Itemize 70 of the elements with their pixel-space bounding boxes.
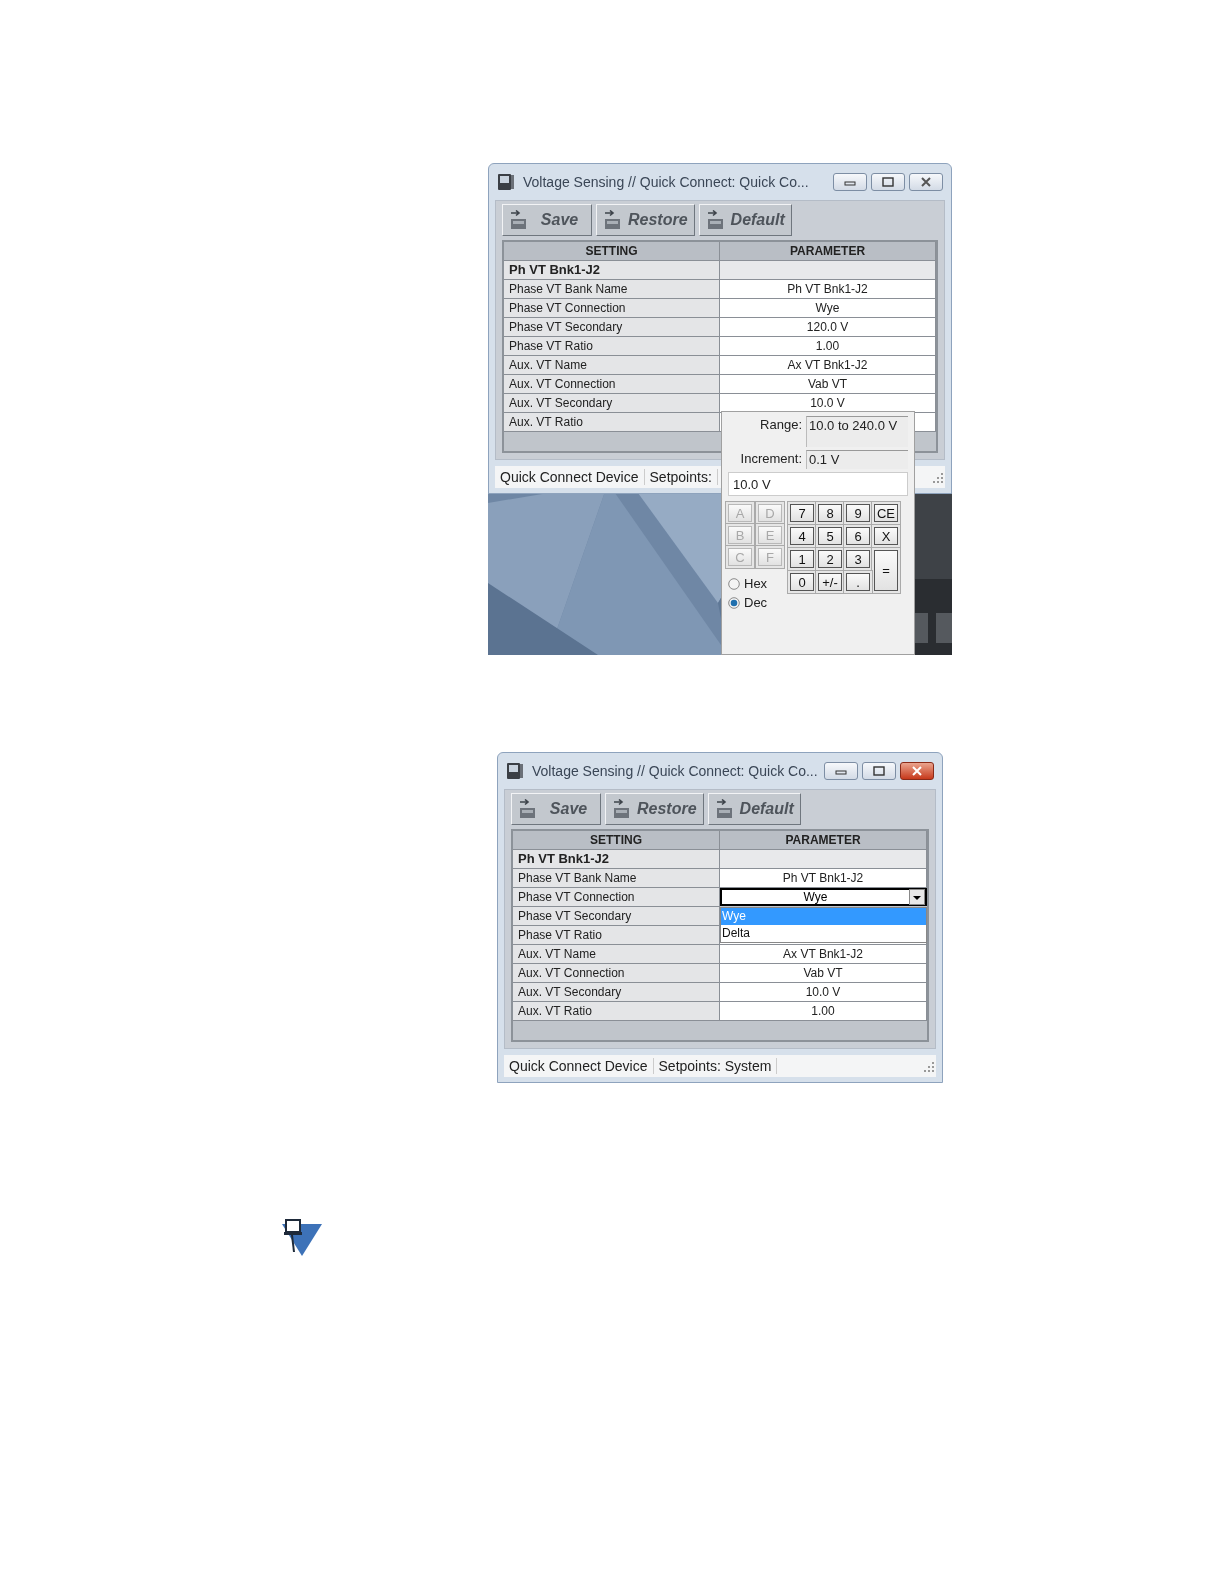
keypad-key[interactable]: X xyxy=(874,527,898,545)
keypad-key[interactable]: 2 xyxy=(818,550,842,568)
table-cell: Phase VT Secondary xyxy=(513,907,720,926)
table-cell: Phase VT Connection xyxy=(513,888,720,907)
table-cell[interactable]: Ax VT Bnk1-J2 xyxy=(720,945,927,964)
table-cell: Phase VT Ratio xyxy=(513,926,720,945)
keypad-key[interactable]: 7 xyxy=(790,504,814,522)
table-cell[interactable]: Ax VT Bnk1-J2 xyxy=(720,356,936,375)
range-value: 10.0 to 240.0 V xyxy=(806,416,908,447)
column-header: SETTING xyxy=(513,831,720,850)
status-text: Setpoints: System xyxy=(653,1058,778,1074)
keypad-key[interactable]: 0 xyxy=(790,573,814,591)
increment-value: 0.1 V xyxy=(806,450,908,469)
keypad-key[interactable]: = xyxy=(874,550,898,591)
status-text: Quick Connect Device xyxy=(495,469,645,485)
table-cell: Aux. VT Secondary xyxy=(513,983,720,1002)
table-cell: Aux. VT Secondary xyxy=(504,394,720,413)
keypad-key[interactable]: +/- xyxy=(818,573,842,591)
table-cell[interactable]: 1.00 xyxy=(720,1002,927,1021)
status-text: Setpoints: xyxy=(644,469,718,485)
entry-field[interactable]: 10.0 V xyxy=(728,472,908,496)
keypad-key[interactable]: 8 xyxy=(818,504,842,522)
table-cell: Aux. VT Name xyxy=(504,356,720,375)
keypad-key[interactable]: 4 xyxy=(790,527,814,545)
table-cell[interactable]: 1.00 xyxy=(720,337,936,356)
toolbar-button[interactable]: Default xyxy=(707,793,801,825)
group-label: Ph VT Bnk1-J2 xyxy=(513,850,720,869)
column-header: PARAMETER xyxy=(720,831,927,850)
table-cell: Phase VT Bank Name xyxy=(504,280,720,299)
toolbar-button[interactable]: Save xyxy=(511,793,601,825)
table-cell[interactable]: 10.0 V xyxy=(720,394,936,413)
keypad-key[interactable]: 6 xyxy=(846,527,870,545)
table-cell: Aux. VT Connection xyxy=(513,964,720,983)
window-title: Voltage Sensing // Quick Connect: Quick Co... xyxy=(523,174,810,190)
table-cell: Aux. VT Name xyxy=(513,945,720,964)
toolbar-button[interactable]: Save xyxy=(502,204,592,236)
table-cell[interactable]: Vab VT xyxy=(720,375,936,394)
table-cell: Phase VT Secondary xyxy=(504,318,720,337)
table-cell[interactable]: Ph VT Bnk1-J2 xyxy=(720,869,927,888)
keypad-key[interactable]: 3 xyxy=(846,550,870,568)
increment-label: Increment: xyxy=(739,450,803,468)
table-cell: Aux. VT Ratio xyxy=(513,1002,720,1021)
column-header: SETTING xyxy=(504,242,720,261)
table-cell: Aux. VT Connection xyxy=(504,375,720,394)
table-cell[interactable]: Vab VT xyxy=(720,964,927,983)
group-label: Ph VT Bnk1-J2 xyxy=(504,261,720,280)
keypad-key[interactable]: CE xyxy=(874,504,898,522)
keypad-key[interactable]: 5 xyxy=(818,527,842,545)
radio-option[interactable]: Dec xyxy=(728,595,782,610)
window-title: Voltage Sensing // Quick Connect: Quick Co... xyxy=(532,763,819,779)
dropdown-field[interactable]: Wye xyxy=(720,888,927,906)
keypad-key[interactable]: . xyxy=(846,573,870,591)
table-cell[interactable]: Ph VT Bnk1-J2 xyxy=(720,280,936,299)
status-text: Quick Connect Device xyxy=(504,1058,654,1074)
keypad-key[interactable]: 9 xyxy=(846,504,870,522)
table-cell: Aux. VT Ratio xyxy=(504,413,720,432)
column-header: PARAMETER xyxy=(720,242,936,261)
table-cell: Phase VT Connection xyxy=(504,299,720,318)
keypad-key[interactable]: 1 xyxy=(790,550,814,568)
table-cell: Phase VT Ratio xyxy=(504,337,720,356)
toolbar-button[interactable]: Default xyxy=(698,204,792,236)
toolbar-button[interactable]: Restore xyxy=(605,793,704,825)
toolbar-button[interactable]: Restore xyxy=(596,204,695,236)
table-cell[interactable]: 10.0 V xyxy=(720,983,927,1002)
radio-option[interactable]: Hex xyxy=(728,576,782,591)
table-cell: Phase VT Bank Name xyxy=(513,869,720,888)
table-cell[interactable]: Wye xyxy=(720,299,936,318)
dropdown-option[interactable]: Delta xyxy=(721,925,926,942)
range-label: Range: xyxy=(759,416,803,434)
table-cell[interactable]: 120.0 V xyxy=(720,318,936,337)
